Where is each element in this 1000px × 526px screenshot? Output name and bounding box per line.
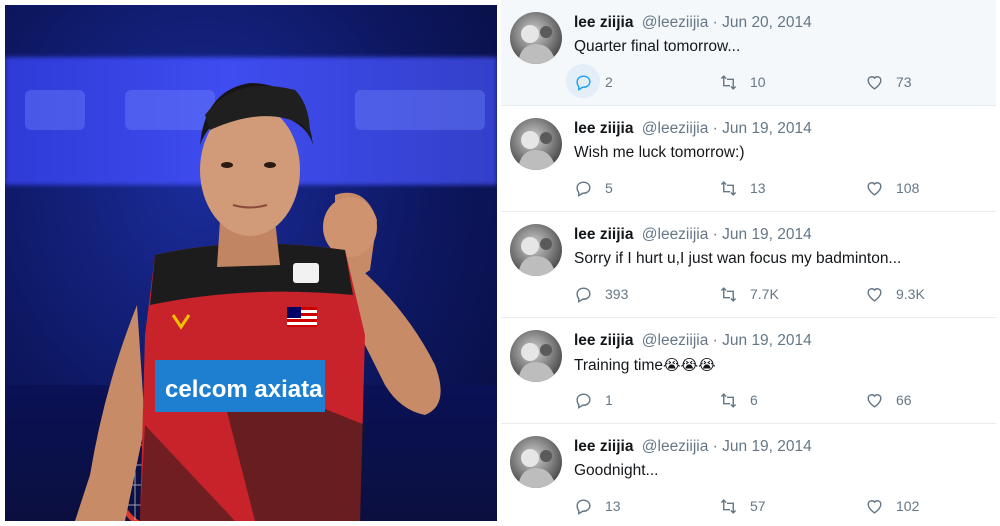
reply-count: 2 <box>605 74 613 90</box>
tweet-header: lee ziijia @leeziijia · Jun 19, 2014 <box>574 332 812 350</box>
reply-icon <box>576 286 591 303</box>
tweet-header: lee ziijia @leeziijia · Jun 19, 2014 <box>574 120 812 138</box>
heart-icon <box>867 75 882 90</box>
like-button[interactable]: 9.3K <box>865 284 925 304</box>
display-name[interactable]: lee ziijia <box>574 14 633 31</box>
avatar[interactable] <box>510 118 562 170</box>
retweet-count: 10 <box>750 74 766 90</box>
separator: · <box>712 120 718 137</box>
tweet-item[interactable]: lee ziijia @leeziijia · Jun 19, 2014 Wis… <box>501 106 996 212</box>
like-button[interactable]: 73 <box>865 72 912 92</box>
reply-icon <box>576 180 591 197</box>
separator: · <box>712 226 718 243</box>
like-count: 73 <box>896 74 912 90</box>
tweet-item[interactable]: lee ziijia @leeziijia · Jun 19, 2014 Goo… <box>501 424 996 526</box>
separator: · <box>712 332 718 349</box>
player-photo: celcom axiata <box>5 5 497 521</box>
reply-button[interactable]: 13 <box>574 496 621 516</box>
retweet-icon <box>720 74 737 90</box>
heart-icon <box>867 287 882 302</box>
tweet-text: Quarter final tomorrow... <box>574 38 741 55</box>
jersey-sponsor-text: celcom axiata <box>165 376 323 403</box>
tweet-date[interactable]: Jun 20, 2014 <box>722 14 812 31</box>
retweet-count: 7.7K <box>750 286 779 302</box>
tweet-date[interactable]: Jun 19, 2014 <box>722 438 812 455</box>
like-count: 108 <box>896 180 920 196</box>
tweet-item[interactable]: lee ziijia @leeziijia · Jun 19, 2014 Sor… <box>501 212 996 318</box>
like-button[interactable]: 102 <box>865 496 919 516</box>
tweet-list: lee ziijia @leeziijia · Jun 20, 2014 Qua… <box>501 0 1000 526</box>
reply-button[interactable]: 5 <box>574 178 613 198</box>
separator: · <box>712 438 718 455</box>
like-button[interactable]: 66 <box>865 390 912 410</box>
crying-emoji-icon: 😭😭😭 <box>663 357 716 374</box>
retweet-button[interactable]: 6 <box>719 390 758 410</box>
tweet-header: lee ziijia @leeziijia · Jun 19, 2014 <box>574 438 812 456</box>
reply-icon <box>576 498 591 515</box>
avatar[interactable] <box>510 12 562 64</box>
user-handle[interactable]: @leeziijia <box>642 14 709 31</box>
tweet-header: lee ziijia @leeziijia · Jun 19, 2014 <box>574 226 812 244</box>
heart-icon <box>867 499 882 514</box>
like-button[interactable]: 108 <box>865 178 919 198</box>
like-count: 66 <box>896 392 912 408</box>
display-name[interactable]: lee ziijia <box>574 226 633 243</box>
user-handle[interactable]: @leeziijia <box>642 226 709 243</box>
retweet-icon <box>720 392 737 408</box>
display-name[interactable]: lee ziijia <box>574 332 633 349</box>
reply-count: 1 <box>605 392 613 408</box>
tweet-date[interactable]: Jun 19, 2014 <box>722 226 812 243</box>
retweet-count: 6 <box>750 392 758 408</box>
user-handle[interactable]: @leeziijia <box>642 120 709 137</box>
like-count: 102 <box>896 498 920 514</box>
heart-icon <box>867 393 882 408</box>
retweet-count: 13 <box>750 180 766 196</box>
tweet-text: Wish me luck tomorrow:) <box>574 144 745 161</box>
tweet-item[interactable]: lee ziijia @leeziijia · Jun 20, 2014 Qua… <box>501 0 996 106</box>
tweet-text: Sorry if I hurt u,I just wan focus my ba… <box>574 250 902 267</box>
retweet-button[interactable]: 13 <box>719 178 766 198</box>
tweet-date[interactable]: Jun 19, 2014 <box>722 120 812 137</box>
retweet-button[interactable]: 57 <box>719 496 766 516</box>
retweet-icon <box>720 286 737 302</box>
like-count: 9.3K <box>896 286 925 302</box>
retweet-button[interactable]: 7.7K <box>719 284 779 304</box>
avatar[interactable] <box>510 330 562 382</box>
player-figure: celcom axiata <box>75 83 441 521</box>
tweet-date[interactable]: Jun 19, 2014 <box>722 332 812 349</box>
reply-icon <box>576 74 591 91</box>
tweet-item[interactable]: lee ziijia @leeziijia · Jun 19, 2014 Tra… <box>501 318 996 424</box>
tweet-header: lee ziijia @leeziijia · Jun 20, 2014 <box>574 14 812 32</box>
separator: · <box>712 14 718 31</box>
reply-button[interactable]: 2 <box>574 72 613 92</box>
retweet-icon <box>720 498 737 514</box>
retweet-button[interactable]: 10 <box>719 72 766 92</box>
avatar[interactable] <box>510 224 562 276</box>
retweet-count: 57 <box>750 498 766 514</box>
user-handle[interactable]: @leeziijia <box>642 438 709 455</box>
reply-icon <box>576 392 591 409</box>
retweet-icon <box>720 180 737 196</box>
reply-button[interactable]: 393 <box>574 284 628 304</box>
heart-icon <box>867 181 882 196</box>
tweet-text-wrap: Training time😭😭😭 <box>574 356 716 375</box>
user-handle[interactable]: @leeziijia <box>642 332 709 349</box>
display-name[interactable]: lee ziijia <box>574 120 633 137</box>
reply-count: 5 <box>605 180 613 196</box>
reply-button[interactable]: 1 <box>574 390 613 410</box>
reply-count: 13 <box>605 498 621 514</box>
tweet-text: Goodnight... <box>574 462 659 479</box>
avatar[interactable] <box>510 436 562 488</box>
tweet-text: Training time <box>574 357 664 374</box>
reply-count: 393 <box>605 286 629 302</box>
display-name[interactable]: lee ziijia <box>574 438 633 455</box>
